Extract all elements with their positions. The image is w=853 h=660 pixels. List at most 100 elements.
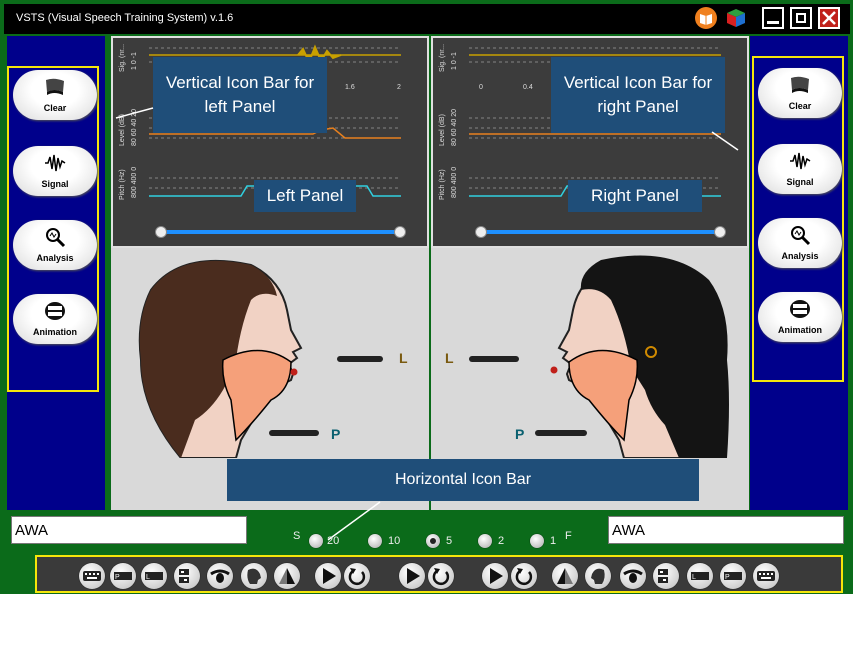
minimize-icon bbox=[767, 21, 779, 24]
speed-radio-20[interactable] bbox=[309, 534, 323, 548]
cube-icon[interactable] bbox=[725, 7, 747, 29]
scale-p-icon[interactable]: P bbox=[110, 563, 136, 589]
maximize-button[interactable] bbox=[790, 7, 812, 29]
left-level-ylabel: Level (dB) bbox=[119, 114, 126, 146]
speed-radio-5[interactable] bbox=[426, 534, 440, 548]
replay-icon[interactable] bbox=[344, 563, 370, 589]
left-signal-scale: 1 0 -1 bbox=[131, 52, 138, 70]
scale-l-icon[interactable]: L bbox=[141, 563, 167, 589]
waveform-icon bbox=[790, 152, 811, 170]
callout-right-panel: Right Panel bbox=[568, 180, 702, 212]
play-icon[interactable] bbox=[399, 563, 425, 589]
right-level-scale: 80 60 40 20 bbox=[451, 109, 458, 146]
scale-l-icon[interactable]: L bbox=[687, 563, 713, 589]
left-vertical-icon-bar: Clear Signal Analysis Animation bbox=[7, 66, 99, 392]
keyboard-icon[interactable] bbox=[79, 563, 105, 589]
magnifier-icon bbox=[791, 226, 811, 246]
left-slider-end-handle[interactable] bbox=[394, 226, 406, 238]
teeth-icon bbox=[790, 300, 810, 318]
right-vertical-icon-bar: Clear Signal Analysis Animation bbox=[752, 56, 844, 382]
svg-text:L: L bbox=[146, 574, 150, 581]
svg-text:P: P bbox=[115, 574, 120, 581]
play-icon[interactable] bbox=[482, 563, 508, 589]
callout-left-icon-bar: Vertical Icon Bar for left Panel bbox=[153, 57, 327, 133]
right-label-p: P bbox=[515, 426, 525, 442]
head-profile-icon[interactable] bbox=[241, 563, 267, 589]
triangle-icon[interactable] bbox=[552, 563, 578, 589]
callout-right-icon-bar: Vertical Icon Bar for right Panel bbox=[551, 57, 725, 133]
left-analysis-button[interactable]: Analysis bbox=[13, 220, 97, 270]
triangle-icon[interactable] bbox=[274, 563, 300, 589]
right-pitch-scale: 800 400 0 bbox=[451, 166, 458, 198]
right-animation-button[interactable]: Animation bbox=[758, 292, 842, 342]
right-label-l: L bbox=[445, 350, 454, 366]
right-level-ylabel: Level (dB) bbox=[439, 114, 446, 146]
left-text-input[interactable]: AWA bbox=[11, 516, 247, 544]
speed-radio-10[interactable] bbox=[368, 534, 382, 548]
keyboard-icon[interactable] bbox=[753, 563, 779, 589]
right-pitch-ylabel: Pitch (Hz) bbox=[439, 169, 446, 200]
right-signal-label: Signal bbox=[786, 177, 814, 187]
teeth-icon bbox=[45, 302, 65, 320]
left-animation-label: Animation bbox=[33, 327, 77, 337]
left-slider-start-handle[interactable] bbox=[155, 226, 167, 238]
waveform-icon bbox=[45, 154, 66, 172]
left-xtick: 2 bbox=[397, 84, 401, 91]
right-time-slider[interactable] bbox=[481, 230, 721, 234]
replay-icon[interactable] bbox=[511, 563, 537, 589]
left-clear-button[interactable]: Clear bbox=[13, 70, 97, 120]
right-clear-button[interactable]: Clear bbox=[758, 68, 842, 118]
maximize-icon bbox=[796, 13, 806, 23]
left-pitch-scale: 800 400 0 bbox=[131, 166, 138, 198]
right-signal-scale: 1 0 -1 bbox=[451, 52, 458, 70]
book-icon[interactable] bbox=[695, 7, 717, 29]
speed-radio-1[interactable] bbox=[530, 534, 544, 548]
speed-option-label: 5 bbox=[446, 535, 453, 547]
right-animation-label: Animation bbox=[778, 325, 822, 335]
right-signal-ylabel: Sig. (nr... bbox=[439, 43, 446, 72]
left-signal-button[interactable]: Signal bbox=[13, 146, 97, 196]
left-level-scale: 80 60 40 20 bbox=[131, 109, 138, 146]
right-clear-label: Clear bbox=[788, 101, 812, 111]
left-analysis-label: Analysis bbox=[36, 253, 74, 263]
close-button[interactable] bbox=[818, 7, 840, 29]
speed-slow-label: S bbox=[293, 530, 301, 542]
svg-text:P: P bbox=[725, 574, 730, 581]
left-label-p: P bbox=[331, 426, 341, 442]
right-signal-button[interactable]: Signal bbox=[758, 144, 842, 194]
callout-horizontal-bar: Horizontal Icon Bar bbox=[227, 459, 699, 501]
title-bar: VSTS (Visual Speech Training System) v.1… bbox=[4, 4, 850, 34]
play-icon[interactable] bbox=[315, 563, 341, 589]
horizontal-icon-bar: P L L P bbox=[35, 555, 843, 593]
right-analysis-button[interactable]: Analysis bbox=[758, 218, 842, 268]
right-face-animation: L P bbox=[431, 250, 749, 458]
toggle-lf-icon[interactable] bbox=[653, 563, 679, 589]
scale-p-icon[interactable]: P bbox=[720, 563, 746, 589]
minimize-button[interactable] bbox=[762, 7, 784, 29]
speed-fast-label: F bbox=[565, 530, 572, 542]
head-profile-icon[interactable] bbox=[585, 563, 611, 589]
window-title: VSTS (Visual Speech Training System) v.1… bbox=[16, 12, 234, 24]
left-animation-button[interactable]: Animation bbox=[13, 294, 97, 344]
right-slider-start-handle[interactable] bbox=[475, 226, 487, 238]
left-pitch-ylabel: Pitch (Hz) bbox=[119, 169, 126, 200]
speed-option-label: 2 bbox=[498, 535, 505, 547]
app-window: VSTS (Visual Speech Training System) v.1… bbox=[0, 0, 853, 594]
magnifier-icon bbox=[46, 228, 66, 248]
right-text-input[interactable]: AWA bbox=[608, 516, 844, 544]
speed-option-label: 10 bbox=[388, 535, 401, 547]
eye-profile-icon[interactable] bbox=[207, 563, 233, 589]
eye-profile-icon[interactable] bbox=[620, 563, 646, 589]
left-signal-ylabel: Sig. (nr... bbox=[119, 43, 126, 72]
right-slider-end-handle[interactable] bbox=[714, 226, 726, 238]
left-xtick: 1.6 bbox=[345, 84, 355, 91]
left-face-animation: L P bbox=[111, 250, 429, 458]
left-clear-label: Clear bbox=[43, 103, 67, 113]
speed-radio-2[interactable] bbox=[478, 534, 492, 548]
clear-icon bbox=[791, 76, 809, 93]
left-signal-label: Signal bbox=[41, 179, 69, 189]
replay-icon[interactable] bbox=[428, 563, 454, 589]
right-xtick: 0 bbox=[479, 84, 483, 91]
toggle-lf-icon[interactable] bbox=[174, 563, 200, 589]
left-time-slider[interactable] bbox=[161, 230, 401, 234]
